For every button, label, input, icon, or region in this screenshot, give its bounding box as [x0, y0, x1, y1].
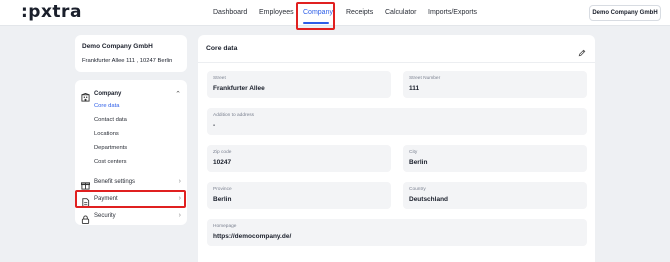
- nav-imports-exports[interactable]: Imports/Exports: [428, 9, 477, 16]
- field-value: -: [213, 122, 216, 129]
- menu-section-label: Company: [94, 91, 122, 97]
- submenu-locations[interactable]: Locations: [94, 131, 119, 137]
- company-switcher-button[interactable]: Demo Company GmbH: [589, 5, 661, 21]
- nav-employees[interactable]: Employees: [259, 9, 294, 16]
- field-label: Homepage: [213, 224, 237, 229]
- field-value: 111: [409, 85, 420, 92]
- pxtra-logo[interactable]: :pxtra: [21, 2, 82, 22]
- field-value: Berlin: [409, 159, 428, 166]
- field-city[interactable]: City Berlin: [403, 145, 587, 172]
- field-label: Street: [213, 76, 226, 81]
- field-label: Province: [213, 187, 232, 192]
- field-value: Frankfurter Allee: [213, 85, 265, 92]
- field-homepage[interactable]: Homepage https://democompany.de/: [207, 219, 587, 246]
- menu-section-company[interactable]: Company ⌃: [81, 89, 181, 102]
- chevron-up-icon: ⌃: [175, 91, 181, 98]
- field-value: 10247: [213, 159, 232, 166]
- field-value: https://democompany.de/: [213, 233, 292, 240]
- submenu-core-data[interactable]: Core data: [94, 103, 119, 109]
- field-label: Street Number: [409, 76, 441, 81]
- highlight-company-tab: [296, 2, 335, 30]
- submenu-contact-data[interactable]: Contact data: [94, 117, 127, 123]
- field-street[interactable]: Street Frankfurter Allee: [207, 71, 391, 98]
- menu-item-label: Security: [94, 213, 116, 219]
- field-street-number[interactable]: Street Number 111: [403, 71, 587, 98]
- field-value: Berlin: [213, 196, 232, 203]
- pencil-edit-icon[interactable]: [578, 44, 586, 62]
- submenu-departments[interactable]: Departments: [94, 145, 127, 151]
- submenu-cost-centers[interactable]: Cost centers: [94, 159, 127, 165]
- field-label: Addition to address: [213, 113, 255, 118]
- field-label: Zip code: [213, 150, 232, 155]
- field-value: Deutschland: [409, 196, 449, 203]
- menu-item-label: Benefit settings: [94, 179, 136, 185]
- lock-icon: [81, 211, 90, 229]
- field-label: City: [409, 150, 418, 155]
- highlight-payment-item: [75, 190, 186, 208]
- company-address: Frankfurter Allee 111 , 10247 Berlin: [82, 58, 173, 64]
- nav-dashboard[interactable]: Dashboard: [213, 9, 247, 16]
- core-data-panel: Core data Street Frankfurter Allee Stree…: [198, 35, 595, 262]
- panel-divider: [198, 62, 595, 63]
- field-address-addition[interactable]: Addition to address -: [207, 108, 587, 135]
- field-label: Country: [409, 187, 426, 192]
- panel-title: Core data: [206, 45, 238, 52]
- field-zip-code[interactable]: Zip code 10247: [207, 145, 391, 172]
- nav-calculator[interactable]: Calculator: [385, 9, 417, 16]
- nav-receipts[interactable]: Receipts: [346, 9, 373, 16]
- chevron-right-icon: ›: [178, 178, 181, 185]
- menu-item-security[interactable]: Security ›: [81, 211, 181, 224]
- company-name: Demo Company GmbH: [82, 43, 153, 50]
- field-country[interactable]: Country Deutschland: [403, 182, 587, 209]
- menu-item-benefit-settings[interactable]: Benefit settings ›: [81, 177, 181, 190]
- chevron-right-icon: ›: [178, 212, 181, 219]
- company-info-card: Demo Company GmbH Frankfurter Allee 111 …: [75, 35, 187, 72]
- field-province[interactable]: Province Berlin: [207, 182, 391, 209]
- building-icon: [81, 89, 90, 107]
- top-bar: :pxtra Dashboard Employees Company Recei…: [0, 0, 670, 26]
